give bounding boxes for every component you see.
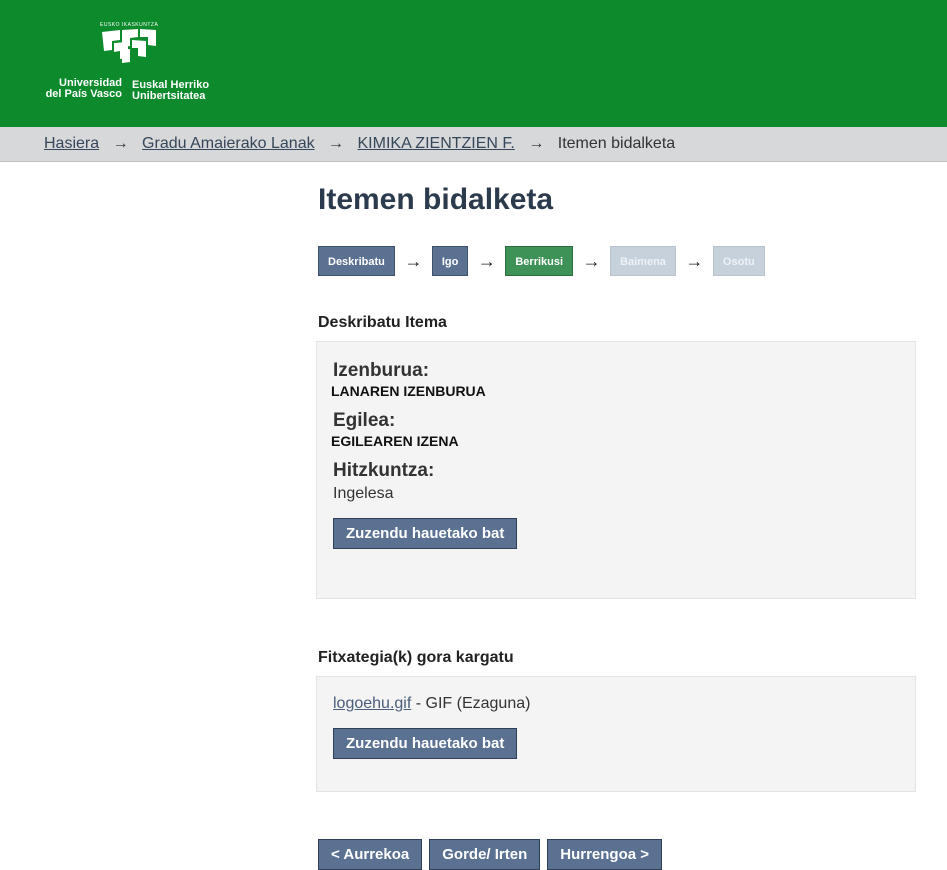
step-complete: Osotu: [712, 246, 765, 276]
step-describe[interactable]: Deskribatu: [318, 246, 395, 276]
page-title: Itemen bidalketa: [318, 183, 554, 216]
ehu-emblem-icon: [102, 29, 156, 63]
logo-text-es-line2: del País Vasco: [45, 88, 122, 100]
previous-button[interactable]: < Aurrekoa: [318, 839, 423, 870]
step-arrow: →: [404, 251, 423, 271]
step-arrow: →: [477, 251, 496, 271]
breadcrumb-link-faculty[interactable]: KIMIKA ZIENTZIEN F.: [358, 135, 515, 152]
step-review[interactable]: Berrikusi: [505, 246, 574, 276]
field-value-author: EGILEAREN IZENA: [331, 433, 459, 449]
uploaded-file-row: logoehu.gif - GIF (Ezaguna): [333, 694, 899, 714]
breadcrumb-separator: →: [112, 135, 129, 152]
field-value-language: Ingelesa: [333, 485, 394, 502]
step-license: Baimena: [610, 246, 676, 276]
upload-panel: logoehu.gif - GIF (Ezaguna) Zuzendu haue…: [316, 676, 916, 792]
step-upload[interactable]: Igo: [431, 246, 469, 276]
uploaded-file-link[interactable]: logoehu.gif: [333, 695, 411, 712]
breadcrumb-separator: →: [328, 135, 345, 152]
describe-panel: Izenburua: LANAREN IZENBURUA Egilea: EGI…: [316, 341, 916, 599]
next-button[interactable]: Hurrengoa >: [547, 839, 663, 870]
university-logo[interactable]: EUSKO IKASKUNTZA Universidad del País Va…: [22, 22, 242, 112]
breadcrumb-link-home[interactable]: Hasiera: [44, 135, 99, 152]
upload-section-heading: Fitxategia(k) gora kargatu: [318, 649, 514, 666]
submission-progress: Deskribatu → Igo → Berrikusi → Baimena →…: [318, 246, 765, 276]
logo-text-eu-line2: Unibertsitatea: [132, 90, 206, 102]
uploaded-file-info: - GIF (Ezaguna): [411, 695, 531, 712]
logo-text-basque: Euskal Herriko Unibertsitatea: [132, 80, 242, 102]
breadcrumb-separator: →: [528, 135, 545, 152]
describe-section-heading: Deskribatu Itema: [318, 314, 447, 331]
navigation-buttons: < Aurrekoa Gorde/ Irten Hurrengoa >: [318, 839, 663, 870]
logo-text-spanish: Universidad del País Vasco: [22, 78, 122, 100]
field-label-language: Hitzkuntza:: [333, 460, 435, 481]
field-value-title: LANAREN IZENBURUA: [331, 383, 486, 399]
save-exit-button[interactable]: Gorde/ Irten: [429, 839, 541, 870]
step-arrow: →: [685, 251, 704, 271]
breadcrumb-current: Itemen bidalketa: [557, 135, 676, 152]
edit-upload-button[interactable]: Zuzendu hauetako bat: [333, 728, 518, 759]
field-label-author: Egilea:: [333, 410, 396, 431]
edit-description-button[interactable]: Zuzendu hauetako bat: [333, 518, 518, 549]
field-label-title: Izenburua:: [333, 360, 430, 381]
breadcrumb-link-collection[interactable]: Gradu Amaierako Lanak: [142, 135, 315, 152]
site-header: EUSKO IKASKUNTZA Universidad del País Va…: [0, 0, 947, 127]
breadcrumb: Hasiera → Gradu Amaierako Lanak → KIMIKA…: [0, 127, 947, 162]
step-arrow: →: [582, 251, 601, 271]
